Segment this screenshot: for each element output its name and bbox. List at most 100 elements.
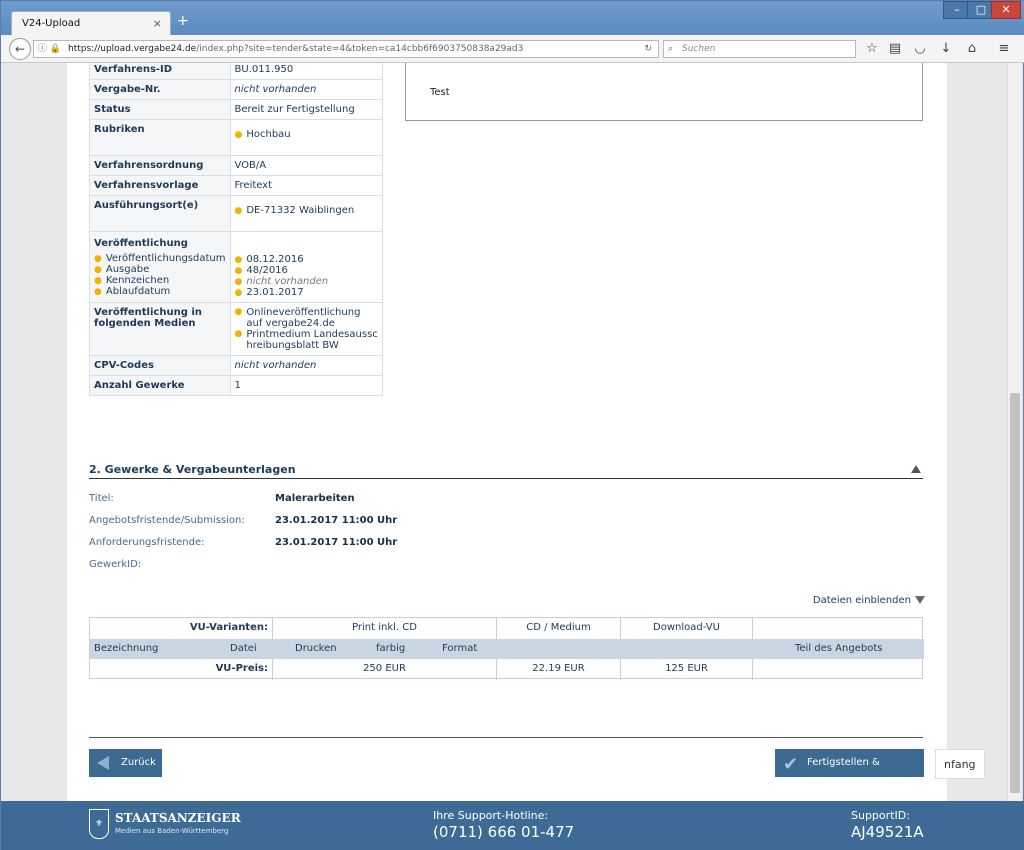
brand-subtitle: Medien aus Baden-Württemberg: [115, 827, 229, 835]
vu-price: 22.19 EUR: [497, 659, 621, 680]
column-header: farbig: [376, 643, 406, 654]
detail-value: VOB/A: [229, 155, 383, 176]
vu-variant: Print inkl. CD: [273, 618, 497, 639]
bullet-icon: ●: [234, 329, 243, 339]
close-window-button[interactable]: ✕: [991, 1, 1021, 19]
vu-variant: CD / Medium: [497, 618, 621, 639]
finish-button[interactable]: ✔ Fertigstellen & Freigeben: [775, 749, 924, 796]
field-label: GewerkID:: [89, 559, 142, 570]
search-icon: ⌕: [668, 44, 674, 54]
dateien-label: Dateien einblenden: [812, 595, 911, 606]
browser-window: V24-Upload × + – □ ✕ ← ⓘ 🔒 https://uploa…: [0, 0, 1024, 850]
support-id: AJ49521A: [851, 823, 924, 841]
detail-value: ● DE-71332 Waiblingen: [229, 195, 383, 232]
veroeff-value-text: 08.12.2016: [246, 254, 304, 265]
reading-list-icon[interactable]: ▤: [886, 41, 904, 56]
veroeff-key-text: Veröffentlichungsdatum: [105, 253, 226, 264]
veroeff-key: ● Veröffentlichungsdatum: [94, 253, 226, 264]
detail-key: Vergabe-Nr.: [89, 79, 231, 100]
collapse-icon[interactable]: [911, 465, 921, 473]
search-input[interactable]: ⌕ Suchen: [663, 40, 856, 58]
ort-value: DE-71332 Waiblingen: [246, 205, 355, 216]
finish-button-label: Fertigstellen & Freigeben: [807, 757, 880, 796]
star-icon[interactable]: ☆: [863, 41, 881, 56]
bullet-icon: ●: [234, 288, 243, 298]
pocket-icon[interactable]: ◡: [911, 41, 929, 56]
bullet-icon: ●: [234, 266, 243, 276]
brand-name: STAATSANZEIGER: [115, 811, 241, 825]
veroeff-value-text: 23.01.2017: [246, 287, 304, 298]
detail-key: Ausführungsort(e): [89, 195, 231, 232]
veroeff-key-text: Kennzeichen: [105, 275, 170, 286]
detail-key: Verfahrensvorlage: [89, 175, 231, 196]
veroeff-value: ● 23.01.2017: [235, 287, 379, 298]
veroeff-value: ● nicht vorhanden: [235, 276, 379, 287]
url-path: /index.php?site=tender&state=4&token=ca1…: [196, 44, 524, 54]
field-value: 23.01.2017 11:00 Uhr: [275, 515, 398, 526]
checkmark-icon: ✔: [783, 754, 799, 775]
download-icon[interactable]: ↓: [937, 41, 955, 56]
vu-preis-label: VU-Preis:: [90, 659, 273, 680]
vu-variant: Download-VU: [621, 618, 753, 639]
vu-header-row: Bezeichnung Datei Drucken farbig Format …: [90, 639, 924, 659]
arrow-left-icon: [97, 756, 109, 770]
vu-price: 125 EUR: [621, 659, 753, 680]
tab-close-icon[interactable]: ×: [153, 12, 162, 36]
field-value: Malerarbeiten: [275, 493, 355, 504]
anzahl-value: 1: [229, 375, 383, 396]
back-icon[interactable]: ←: [9, 38, 31, 60]
vu-table: VU-Varianten: Print inkl. CD CD / Medium…: [89, 617, 924, 680]
column-header: Bezeichnung: [94, 643, 159, 654]
page-content: Verfahrens-ID BU.011.950 Vergabe-Nr. nicht…: [67, 63, 947, 801]
cpv-value: nicht vorhanden: [229, 355, 383, 376]
search-placeholder: Suchen: [682, 44, 716, 54]
menu-icon[interactable]: ≡: [995, 41, 1013, 56]
veroeff-title: Veröffentlichung: [94, 238, 188, 249]
description-box: Test: [405, 63, 923, 121]
vu-variants-row: VU-Varianten: Print inkl. CD CD / Medium…: [90, 618, 924, 639]
bullet-icon: ●: [94, 265, 102, 275]
coat-of-arms-icon: ⚜: [89, 809, 109, 839]
medien-text: Onlineveröffentlichung auf vergabe24.de: [246, 307, 361, 329]
bullet-icon: ●: [234, 130, 243, 140]
vu-price-row: VU-Preis: 250 EUR 22.19 EUR 125 EUR: [90, 659, 924, 680]
browser-tab[interactable]: V24-Upload ×: [11, 11, 171, 35]
veroeff-keys: Veröffentlichung ● Veröffentlichungsdatum…: [89, 231, 231, 303]
veroeff-value-text: nicht vorhanden: [246, 276, 329, 287]
lock-icon: ⓘ 🔒: [38, 44, 62, 54]
scrollbar[interactable]: [1007, 63, 1021, 801]
title-bar: V24-Upload × + – □ ✕: [1, 1, 1024, 35]
bullet-icon: ●: [94, 276, 102, 286]
detail-key: Verfahrens-ID: [89, 63, 231, 80]
section-title: 2. Gewerke & Vergabeunterlagen: [89, 463, 296, 476]
detail-value: Freitext: [229, 175, 383, 196]
bullet-icon: ●: [94, 254, 102, 264]
back-button[interactable]: Zurück: [89, 749, 162, 777]
section-heading[interactable]: 2. Gewerke & Vergabeunterlagen: [89, 463, 923, 479]
medien-text: Printmedium Landesausschreibungsblatt BW: [246, 329, 378, 351]
detail-value: BU.011.950: [229, 63, 383, 80]
overlay-button[interactable]: nfang: [935, 749, 985, 779]
bullet-icon: ●: [234, 255, 243, 265]
hotline-label: Ihre Support-Hotline:: [433, 809, 549, 822]
veroeff-key-text: Ablaufdatum: [105, 286, 171, 297]
new-tab-icon[interactable]: +: [177, 13, 189, 29]
veroeff-values: ● 08.12.2016 ● 48/2016 ● nicht vorhanden ● 2…: [229, 231, 383, 303]
scrollbar-thumb[interactable]: [1010, 393, 1020, 793]
url-bar[interactable]: ⓘ 🔒 https://upload.vergabe24.de/index.ph…: [33, 40, 659, 58]
expand-icon: [915, 596, 925, 604]
reload-icon[interactable]: ↻: [644, 41, 652, 57]
navigation-bar: ← ⓘ 🔒 https://upload.vergabe24.de/index.…: [1, 35, 1024, 63]
field-label: Angebotsfristende/Submission:: [89, 515, 245, 526]
rubrik-value: Hochbau: [246, 129, 291, 140]
detail-value: nicht vorhanden: [229, 79, 383, 100]
field-value: 23.01.2017 11:00 Uhr: [275, 537, 398, 548]
veroeff-value: ● 48/2016: [235, 265, 379, 276]
dateien-toggle[interactable]: Dateien einblenden: [813, 595, 925, 606]
home-icon[interactable]: ⌂: [963, 41, 981, 56]
bullet-icon: ●: [234, 206, 243, 216]
detail-key: Verfahrensordnung: [89, 155, 231, 176]
veroeff-key: ● Ablaufdatum: [94, 286, 226, 297]
veroeff-key: ● Ausgabe: [94, 264, 226, 275]
field-label: Anforderungsfristende:: [89, 537, 205, 548]
